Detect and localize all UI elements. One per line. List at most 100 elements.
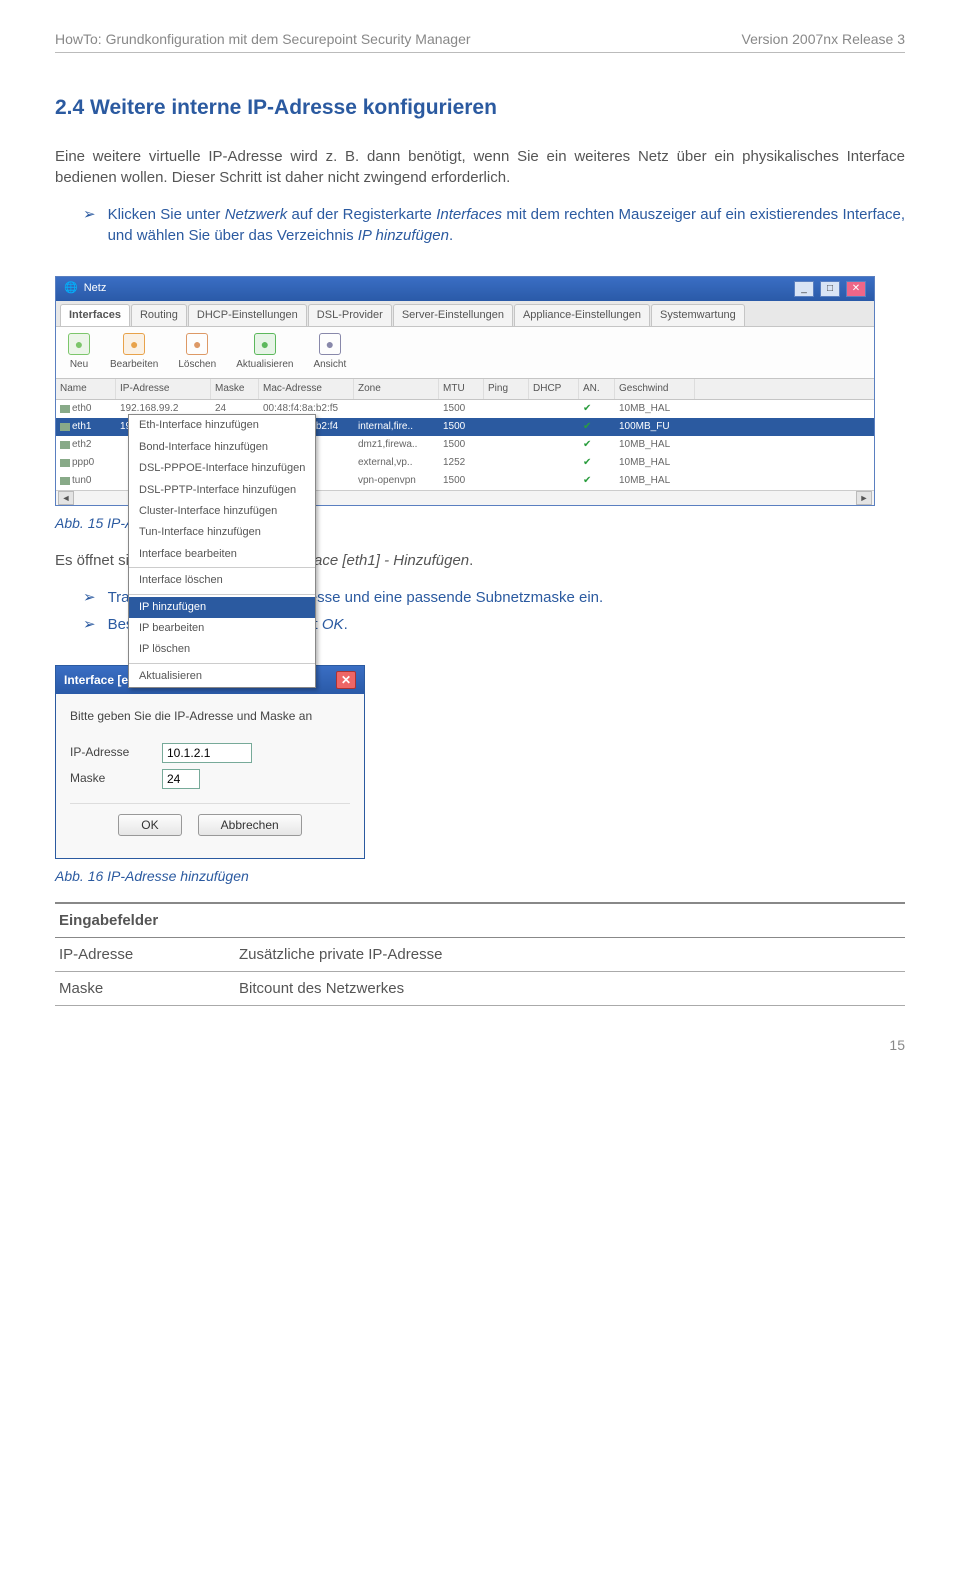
- interface-icon: [60, 423, 70, 431]
- cell: 1500: [439, 418, 484, 436]
- context-menu-item[interactable]: IP hinzufügen: [129, 597, 315, 618]
- cell: internal,fire..: [354, 418, 439, 436]
- toolbar-löschen-button[interactable]: ●Löschen: [178, 333, 216, 372]
- ip-label: IP-Adresse: [70, 744, 148, 761]
- t: .: [449, 227, 453, 244]
- toolbar-label: Aktualisieren: [236, 358, 293, 372]
- cell: [354, 400, 439, 418]
- col-header[interactable]: Name: [56, 379, 116, 399]
- cell: ppp0: [56, 454, 116, 472]
- context-menu-item[interactable]: Eth-Interface hinzufügen: [129, 415, 315, 436]
- context-menu-item[interactable]: DSL-PPPOE-Interface hinzufügen: [129, 458, 315, 479]
- cell: 1252: [439, 454, 484, 472]
- table-body: eth0192.168.99.22400:48:f4:8a:b2:f51500✔…: [56, 400, 874, 490]
- context-menu-item[interactable]: IP bearbeiten: [129, 618, 315, 639]
- dialog-message: Bitte geben Sie die IP-Adresse und Maske…: [70, 708, 350, 725]
- cell: vpn-openvpn: [354, 472, 439, 490]
- interface-add-dialog: Interface [eth1] - Hinzufügen ✕ Bitte ge…: [55, 665, 365, 859]
- cell: ✔: [579, 472, 615, 490]
- mask-input[interactable]: [162, 769, 200, 789]
- col-header[interactable]: Geschwind: [615, 379, 695, 399]
- window-icon: 🌐: [64, 281, 78, 296]
- context-menu-item[interactable]: Interface bearbeiten: [129, 544, 315, 565]
- context-menu-item[interactable]: Aktualisieren: [129, 666, 315, 687]
- field-desc: Bitcount des Netzwerkes: [235, 972, 905, 1006]
- context-menu-item[interactable]: IP löschen: [129, 639, 315, 660]
- col-header[interactable]: MTU: [439, 379, 484, 399]
- cell: [484, 454, 529, 472]
- toolbar-label: Löschen: [178, 358, 216, 372]
- cell: dmz1,firewa..: [354, 436, 439, 454]
- table-row: IP-AdresseZusätzliche private IP-Adresse: [55, 938, 905, 972]
- cell: tun0: [56, 472, 116, 490]
- toolbar-icon: ●: [319, 333, 341, 355]
- interface-icon: [60, 477, 70, 485]
- toolbar-label: Bearbeiten: [110, 358, 158, 372]
- cell: eth1: [56, 418, 116, 436]
- cell: [529, 436, 579, 454]
- context-menu-item[interactable]: Tun-Interface hinzufügen: [129, 522, 315, 543]
- ok-button[interactable]: OK: [118, 814, 181, 836]
- toolbar-label: Neu: [70, 358, 88, 372]
- toolbar-icon: ●: [68, 333, 90, 355]
- check-icon: ✔: [583, 475, 591, 486]
- toolbar-bearbeiten-button[interactable]: ●Bearbeiten: [110, 333, 158, 372]
- tab-appliance-einstellungen[interactable]: Appliance-Einstellungen: [514, 304, 650, 326]
- tab-systemwartung[interactable]: Systemwartung: [651, 304, 745, 326]
- menu-separator: [129, 594, 315, 595]
- interface-icon: [60, 405, 70, 413]
- t: .: [344, 616, 348, 633]
- cancel-button[interactable]: Abbrechen: [198, 814, 302, 836]
- minimize-button[interactable]: _: [794, 281, 814, 297]
- cell: ✔: [579, 400, 615, 418]
- instruction-list-1: ➢ Klicken Sie unter Netzwerk auf der Reg…: [83, 204, 905, 246]
- tab-dhcp-einstellungen[interactable]: DHCP-Einstellungen: [188, 304, 307, 326]
- tab-routing[interactable]: Routing: [131, 304, 187, 326]
- cell: eth0: [56, 400, 116, 418]
- interface-icon: [60, 459, 70, 467]
- col-header[interactable]: IP-Adresse: [116, 379, 211, 399]
- context-menu-item[interactable]: DSL-PPTP-Interface hinzufügen: [129, 480, 315, 501]
- cell: 10MB_HAL: [615, 436, 695, 454]
- toolbar-ansicht-button[interactable]: ●Ansicht: [313, 333, 346, 372]
- instruction-text: Klicken Sie unter Netzwerk auf der Regis…: [108, 204, 905, 246]
- cell: ✔: [579, 418, 615, 436]
- tab-interfaces[interactable]: Interfaces: [60, 304, 130, 326]
- toolbar-neu-button[interactable]: ● Neu: [68, 333, 90, 372]
- tab-dsl-provider[interactable]: DSL-Provider: [308, 304, 392, 326]
- col-header[interactable]: Maske: [211, 379, 259, 399]
- context-menu-item[interactable]: Bond-Interface hinzufügen: [129, 437, 315, 458]
- context-menu-item[interactable]: Interface löschen: [129, 570, 315, 591]
- tab-server-einstellungen[interactable]: Server-Einstellungen: [393, 304, 513, 326]
- window-titlebar[interactable]: 🌐 Netz _ □ ✕: [56, 277, 874, 301]
- scroll-left-icon[interactable]: ◄: [58, 491, 74, 505]
- scroll-right-icon[interactable]: ►: [856, 491, 872, 505]
- cell: ✔: [579, 436, 615, 454]
- page-header: HowTo: Grundkonfiguration mit dem Secure…: [55, 30, 905, 50]
- col-header[interactable]: Mac-Adresse: [259, 379, 354, 399]
- col-header[interactable]: AN.: [579, 379, 615, 399]
- col-header[interactable]: Ping: [484, 379, 529, 399]
- page-number: 15: [55, 1036, 905, 1056]
- toolbar-aktualisieren-button[interactable]: ●Aktualisieren: [236, 333, 293, 372]
- maximize-button[interactable]: □: [820, 281, 840, 297]
- cell: [529, 472, 579, 490]
- input-fields-table: Eingabefelder IP-AdresseZusätzliche priv…: [55, 902, 905, 1006]
- mask-label: Maske: [70, 770, 148, 787]
- context-menu: Eth-Interface hinzufügenBond-Interface h…: [128, 414, 316, 688]
- col-header[interactable]: Zone: [354, 379, 439, 399]
- close-button[interactable]: ✕: [846, 281, 866, 297]
- bullet-arrow-icon: ➢: [83, 614, 96, 635]
- dialog-close-button[interactable]: ✕: [336, 671, 356, 689]
- cell: [484, 472, 529, 490]
- field-row-ip: IP-Adresse: [70, 743, 350, 763]
- t: auf der Registerkarte: [287, 206, 436, 223]
- t-em: OK: [322, 616, 344, 633]
- cell: 10MB_HAL: [615, 472, 695, 490]
- ip-input[interactable]: [162, 743, 252, 763]
- t: .: [469, 552, 473, 569]
- header-right: Version 2007nx Release 3: [742, 30, 905, 50]
- context-menu-item[interactable]: Cluster-Interface hinzufügen: [129, 501, 315, 522]
- col-header[interactable]: DHCP: [529, 379, 579, 399]
- cell: [484, 400, 529, 418]
